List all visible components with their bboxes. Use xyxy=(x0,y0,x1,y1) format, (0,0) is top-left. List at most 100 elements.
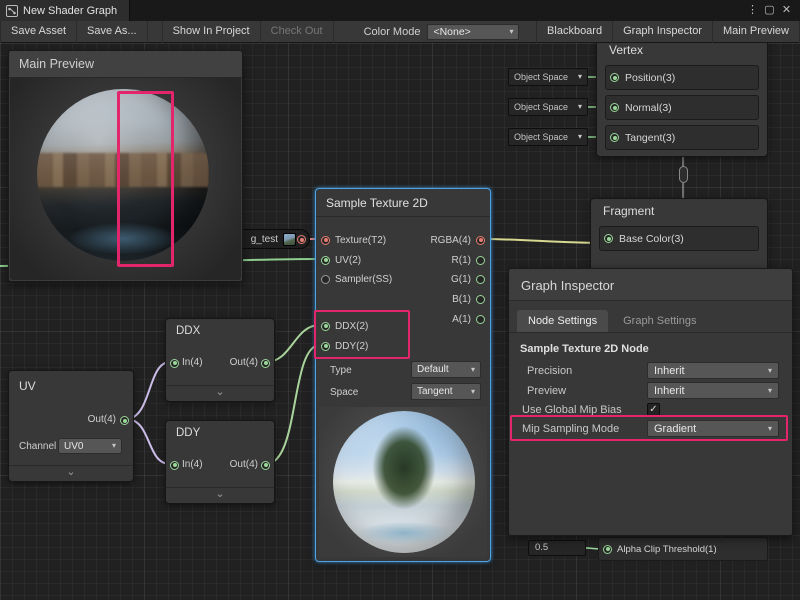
alpha-value-field[interactable]: 0.5 xyxy=(528,540,586,556)
graph-inspector-panel: Graph Inspector Node Settings Graph Sett… xyxy=(508,268,793,536)
ddx-in-label: In(4) xyxy=(182,357,203,368)
normal-space-value: Object Space xyxy=(514,102,568,112)
node-preview-area xyxy=(319,407,487,557)
color-mode-label: Color Mode xyxy=(364,26,421,38)
ddy-io-row: In(4) Out(4) xyxy=(166,453,274,477)
node-preview-sphere xyxy=(333,411,475,553)
dropdown-arrow-icon: ▾ xyxy=(471,388,475,396)
sample-texture-2d-node[interactable]: Sample Texture 2D Texture(T2) UV(2) Samp… xyxy=(315,188,491,562)
main-preview-toggle-button[interactable]: Main Preview xyxy=(713,21,800,43)
save-as-button[interactable]: Save As... xyxy=(77,21,148,43)
position-input-port[interactable] xyxy=(610,73,619,82)
dropdown-arrow-icon: ▾ xyxy=(768,367,772,375)
close-icon[interactable]: ✕ xyxy=(778,0,795,21)
fragment-node-title: Fragment xyxy=(591,199,767,221)
uv-out-port[interactable] xyxy=(120,416,129,425)
graph-inspector-toggle-button[interactable]: Graph Inspector xyxy=(613,21,713,43)
menu-kebab-icon[interactable]: ⋮ xyxy=(744,0,761,21)
vertex-node[interactable]: Vertex Position(3) Normal(3) Tangent(3) xyxy=(596,37,768,157)
alpha-clip-port-label: Alpha Clip Threshold(1) xyxy=(617,544,717,555)
uv-out-row: Out(4) xyxy=(9,409,133,431)
wire-rgba-basecolor[interactable] xyxy=(481,239,604,243)
color-mode-dropdown[interactable]: <None> ▾ xyxy=(427,24,519,40)
preview-label: Preview xyxy=(527,385,647,397)
save-asset-button[interactable]: Save Asset xyxy=(0,21,77,43)
tangent-input-port[interactable] xyxy=(610,133,619,142)
precision-value: Inherit xyxy=(654,365,685,377)
normal-input-port[interactable] xyxy=(610,103,619,112)
uv-input-row: UV(2) xyxy=(321,251,361,269)
g-output-port[interactable] xyxy=(476,275,485,284)
ddy-out-port[interactable] xyxy=(261,461,270,470)
annotation-rect-preview xyxy=(117,91,174,267)
position-space-dropdown[interactable]: Object Space ▾ xyxy=(508,68,588,86)
texture-asset-label: g_test xyxy=(251,234,278,245)
dropdown-arrow-icon: ▾ xyxy=(578,73,582,81)
uv-channel-row: Channel UV0 ▾ xyxy=(19,437,125,455)
precision-label: Precision xyxy=(527,365,647,377)
ddy-collapse-button[interactable]: ⌄ xyxy=(166,487,274,503)
uv-channel-dropdown[interactable]: UV0 ▾ xyxy=(58,438,122,454)
precision-dropdown[interactable]: Inherit ▾ xyxy=(647,362,779,379)
precision-row: Precision Inherit ▾ xyxy=(509,361,784,380)
r-output-row: R(1) xyxy=(452,251,485,269)
normal-space-dropdown[interactable]: Object Space ▾ xyxy=(508,98,588,116)
check-out-button: Check Out xyxy=(261,21,334,43)
tangent-space-dropdown[interactable]: Object Space ▾ xyxy=(508,128,588,146)
blackboard-toggle-button[interactable]: Blackboard xyxy=(536,21,613,43)
a-output-row: A(1) xyxy=(452,310,485,328)
shader-graph-icon xyxy=(6,5,18,17)
uv-input-port[interactable] xyxy=(321,256,330,265)
uv-input-label: UV(2) xyxy=(335,255,361,266)
dropdown-arrow-icon: ▾ xyxy=(509,28,513,36)
vertex-row-position: Position(3) xyxy=(605,65,759,90)
type-dropdown[interactable]: Default ▾ xyxy=(411,361,481,378)
uv-node[interactable]: UV Out(4) Channel UV0 ▾ ⌄ xyxy=(8,370,134,482)
sampler-input-port[interactable] xyxy=(321,275,330,284)
base-color-input-port[interactable] xyxy=(604,234,613,243)
ddx-io-row: In(4) Out(4) xyxy=(166,351,274,375)
texture-output-port[interactable] xyxy=(297,235,306,244)
r-output-port[interactable] xyxy=(476,256,485,265)
graph-inspector-header[interactable]: Graph Inspector xyxy=(509,269,792,301)
ddx-in-port[interactable] xyxy=(170,359,179,368)
texture-input-port[interactable] xyxy=(321,236,330,245)
maximize-icon[interactable]: ▢ xyxy=(761,0,778,21)
shader-graph-window: g_test Vertex Position(3) Normal(3) Tang… xyxy=(0,0,800,600)
show-in-project-button[interactable]: Show In Project xyxy=(162,21,261,43)
ddy-node[interactable]: DDY In(4) Out(4) ⌄ xyxy=(165,420,275,504)
main-preview-header[interactable]: Main Preview xyxy=(9,51,242,78)
ddx-collapse-button[interactable]: ⌄ xyxy=(166,385,274,401)
rgba-output-port[interactable] xyxy=(476,236,485,245)
a-output-port[interactable] xyxy=(476,315,485,324)
space-dropdown[interactable]: Tangent ▾ xyxy=(411,383,481,400)
ddx-node[interactable]: DDX In(4) Out(4) ⌄ xyxy=(165,318,275,402)
window-controls: ⋮ ▢ ✕ xyxy=(744,0,800,21)
ddy-in-label: In(4) xyxy=(182,459,203,470)
ddx-out-port[interactable] xyxy=(261,359,270,368)
tangent-port-label: Tangent(3) xyxy=(625,132,675,144)
alpha-clip-input-port[interactable] xyxy=(603,545,612,554)
ddx-out-label: Out(4) xyxy=(230,357,258,368)
toolbar-right-group: Blackboard Graph Inspector Main Preview xyxy=(536,21,800,43)
color-mode-value: <None> xyxy=(433,26,470,38)
sampler-input-label: Sampler(SS) xyxy=(335,274,392,285)
base-color-port-label: Base Color(3) xyxy=(619,233,684,245)
fragment-row-basecolor: Base Color(3) xyxy=(599,226,759,251)
ddy-in-port[interactable] xyxy=(170,461,179,470)
b-output-port[interactable] xyxy=(476,295,485,304)
sampler-input-row: Sampler(SS) xyxy=(321,270,392,288)
rgba-output-label: RGBA(4) xyxy=(430,235,471,246)
vertex-row-tangent: Tangent(3) xyxy=(605,125,759,150)
preview-row: Preview Inherit ▾ xyxy=(509,381,784,400)
tab-graph-settings[interactable]: Graph Settings xyxy=(612,310,707,332)
position-port-label: Position(3) xyxy=(625,72,675,84)
preview-dropdown[interactable]: Inherit ▾ xyxy=(647,382,779,399)
shader-graph-tab[interactable]: New Shader Graph xyxy=(0,0,130,21)
uv-collapse-button[interactable]: ⌄ xyxy=(9,465,133,481)
uv-channel-label: Channel xyxy=(19,441,57,452)
tab-node-settings[interactable]: Node Settings xyxy=(517,310,608,332)
ddx-node-title: DDX xyxy=(166,319,274,339)
inspector-node-heading: Sample Texture 2D Node xyxy=(520,343,649,355)
type-label: Type xyxy=(330,365,352,376)
